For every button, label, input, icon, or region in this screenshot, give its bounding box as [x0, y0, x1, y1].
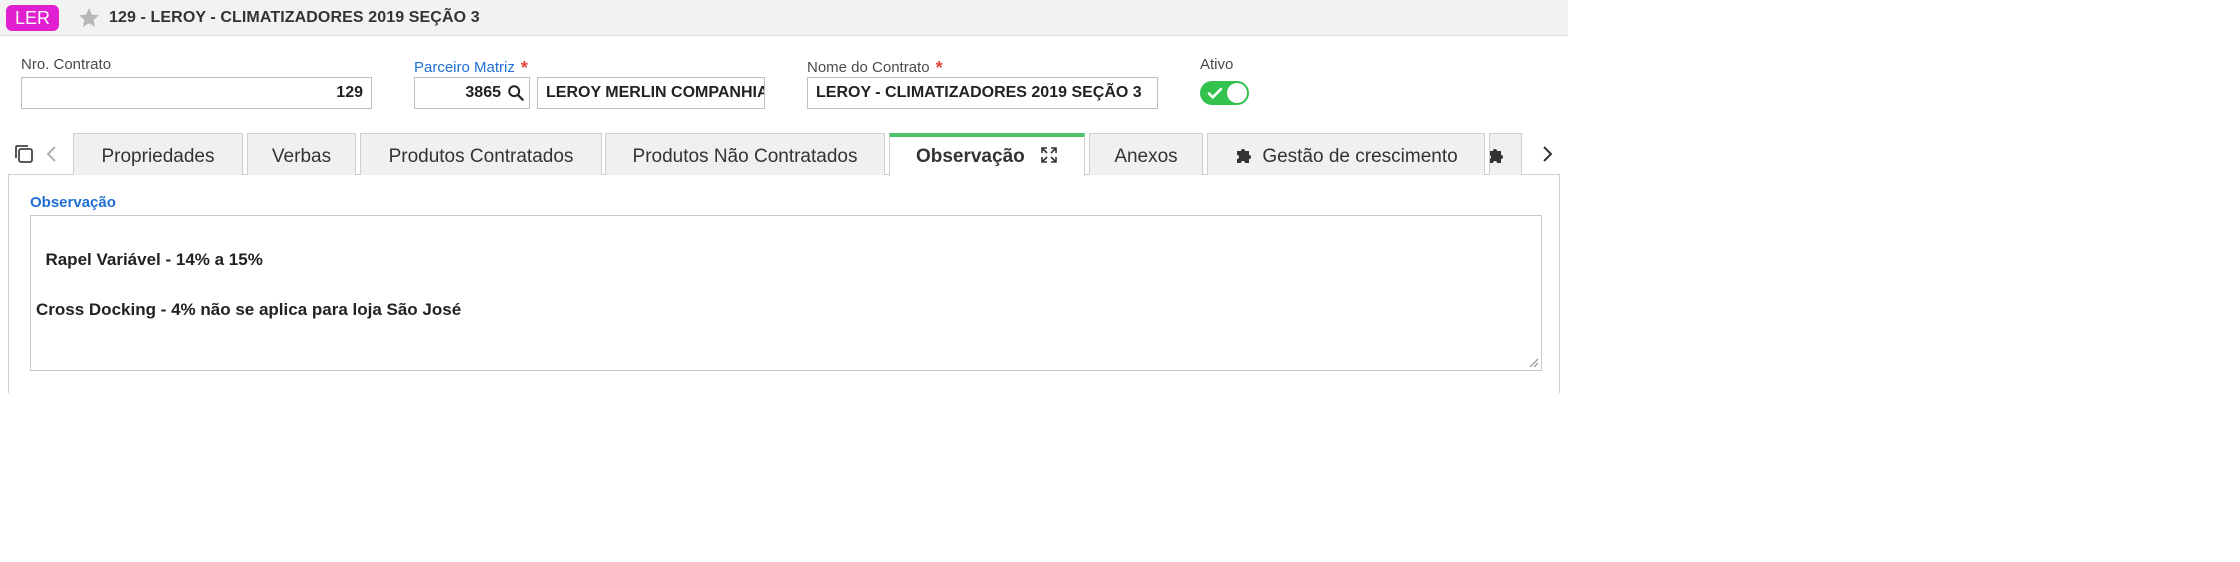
tab-label: Observação [915, 146, 1025, 167]
search-icon[interactable] [507, 84, 525, 102]
required-mark: * [935, 58, 943, 78]
tab-produtos-contratados[interactable]: Produtos Contratados [360, 133, 602, 175]
observation-text: Rapel Variável - 14% a 15% Cross Docking… [36, 250, 462, 319]
contract-name-value: LEROY - CLIMATIZADORES 2019 SEÇÃO 3 [816, 84, 1142, 101]
contract-number-value: 129 [336, 84, 363, 101]
tab-label: Propriedades [101, 146, 215, 167]
contract-name-label-text: Nome do Contrato [807, 59, 930, 76]
partner-label[interactable]: Parceiro Matriz * [414, 56, 528, 78]
tab-label: Gestão de crescimento [1262, 146, 1458, 167]
tab-propriedades[interactable]: Propriedades [73, 133, 243, 175]
tab-label: Anexos [1114, 146, 1178, 167]
tab-produtos-nao-contratados[interactable]: Produtos Não Contratados [605, 133, 885, 175]
required-mark: * [520, 58, 528, 78]
observation-label: Observação [30, 194, 116, 211]
puzzle-icon [1237, 149, 1252, 163]
app-badge[interactable]: LER [6, 5, 60, 31]
tab-anexos[interactable]: Anexos [1089, 133, 1203, 175]
chevron-right-icon[interactable] [1539, 145, 1555, 163]
contract-number-label: Nro. Contrato [21, 56, 112, 73]
window-title: 129 - LEROY - CLIMATIZADORES 2019 SEÇÃO … [109, 9, 480, 26]
copy-icon[interactable] [13, 143, 35, 165]
partner-code-field[interactable]: 3865 [414, 77, 530, 109]
partner-label-text: Parceiro Matriz [414, 59, 515, 76]
check-icon [1207, 87, 1223, 99]
partner-name-field[interactable]: LEROY MERLIN COMPANHIA BRASILEIRA DE BRI… [537, 77, 765, 109]
tab-gestao-crescimento[interactable]: Gestão de crescimento [1207, 133, 1485, 175]
expand-icon[interactable] [1040, 146, 1058, 164]
tab-observacao[interactable]: Observação [889, 133, 1085, 176]
puzzle-icon [1490, 149, 1503, 163]
contract-number-field[interactable]: 129 [21, 77, 372, 109]
partner-name-value: LEROY MERLIN COMPANHIA BRASILEIRA DE BRI… [546, 84, 765, 101]
tab-label: Produtos Não Contratados [632, 146, 858, 167]
window-header: LER 129 - LEROY - CLIMATIZADORES 2019 SE… [0, 0, 1568, 36]
resize-handle-icon[interactable] [1527, 356, 1539, 368]
partner-code-value: 3865 [465, 84, 501, 101]
tab-overflow[interactable] [1489, 133, 1522, 175]
active-toggle[interactable] [1200, 81, 1249, 105]
tab-label: Verbas [271, 146, 332, 167]
contract-name-field[interactable]: LEROY - CLIMATIZADORES 2019 SEÇÃO 3 [807, 77, 1158, 109]
observation-textarea[interactable]: Rapel Variável - 14% a 15% Cross Docking… [30, 215, 1542, 371]
active-label: Ativo [1200, 56, 1234, 73]
star-icon[interactable] [76, 6, 102, 30]
tab-label: Produtos Contratados [388, 146, 574, 167]
toggle-knob [1227, 83, 1247, 103]
contract-name-label: Nome do Contrato * [807, 56, 943, 78]
tab-verbas[interactable]: Verbas [247, 133, 356, 175]
chevron-left-icon[interactable] [44, 145, 60, 163]
